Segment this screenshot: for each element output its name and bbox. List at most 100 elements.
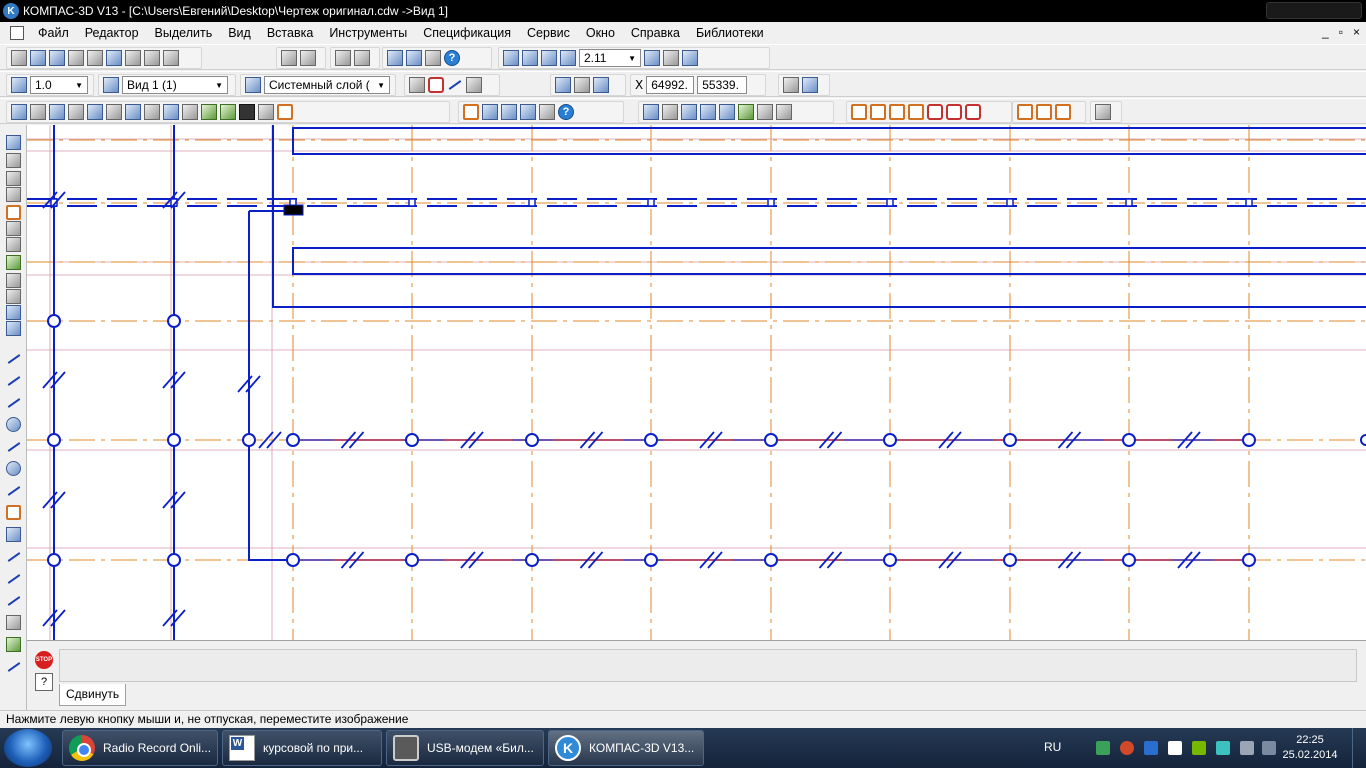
dimensions-panel-icon[interactable]	[6, 153, 21, 168]
insert-panel-icon[interactable]	[6, 289, 21, 304]
window-controls[interactable]	[1266, 2, 1362, 19]
designations-panel-icon[interactable]	[6, 171, 21, 186]
battery-tray-icon[interactable]	[1262, 741, 1276, 755]
hatch-icon[interactable]	[30, 104, 46, 120]
menu-libraries[interactable]: Библиотеки	[688, 26, 772, 40]
polyline-tool-icon[interactable]	[6, 505, 21, 520]
copy-properties-icon[interactable]	[281, 50, 297, 66]
circle-tool-icon[interactable]	[6, 417, 21, 432]
info-icon[interactable]	[965, 104, 981, 120]
spec-object-icon[interactable]	[643, 104, 659, 120]
bezier-tool-icon[interactable]	[6, 549, 21, 564]
task-usb-modem[interactable]: USB-модем «Бил...	[386, 730, 544, 766]
redo-icon[interactable]	[354, 50, 370, 66]
folder-library-icon[interactable]	[463, 104, 479, 120]
tab-move[interactable]: Сдвинуть	[59, 684, 127, 706]
paste-icon[interactable]	[163, 50, 179, 66]
network-tray-icon[interactable]	[1096, 741, 1110, 755]
arrow-view-icon[interactable]	[125, 104, 141, 120]
menu-specification[interactable]: Спецификация	[415, 26, 519, 40]
spec-table-icon[interactable]	[719, 104, 735, 120]
zoom-all-icon[interactable]	[663, 50, 679, 66]
mdi-minimize-button[interactable]: _	[1322, 25, 1329, 39]
measure-panel-icon[interactable]	[6, 221, 21, 236]
base-icon[interactable]	[106, 104, 122, 120]
variables-icon[interactable]	[387, 50, 403, 66]
fragments-panel-icon[interactable]	[6, 305, 21, 320]
cursor-step-icon[interactable]	[11, 77, 27, 93]
search-library-icon[interactable]	[482, 104, 498, 120]
point-tool-icon[interactable]	[6, 351, 21, 366]
library-icon[interactable]	[277, 104, 293, 120]
open-icon[interactable]	[30, 50, 46, 66]
measure-icon[interactable]	[258, 104, 274, 120]
mdi-restore-button[interactable]: ▫	[1339, 25, 1343, 39]
geometry-icon[interactable]	[11, 104, 27, 120]
copy-icon[interactable]	[144, 50, 160, 66]
current-layer-field[interactable]: Системный слой (▼	[264, 76, 390, 94]
letter-icon[interactable]	[1036, 104, 1052, 120]
current-view-field[interactable]: Вид 1 (1) ▼	[122, 76, 228, 94]
round-icon[interactable]	[593, 77, 609, 93]
reports-panel-icon[interactable]	[6, 273, 21, 288]
fragments-icon[interactable]	[520, 104, 536, 120]
save-icon[interactable]	[49, 50, 65, 66]
parametric-icon[interactable]	[802, 77, 818, 93]
document-icon[interactable]	[10, 26, 24, 40]
cut-line-icon[interactable]	[946, 104, 962, 120]
start-button[interactable]	[4, 729, 52, 767]
manager-icon[interactable]	[106, 50, 122, 66]
segment-tool-icon[interactable]	[6, 395, 21, 410]
task-word-document[interactable]: курсовой по при...	[222, 730, 382, 766]
select-panel-icon[interactable]	[6, 237, 21, 252]
vk-tray-icon[interactable]	[1144, 741, 1158, 755]
panel-help-icon[interactable]: ?	[35, 673, 53, 691]
rough-icon[interactable]	[87, 104, 103, 120]
text-icon[interactable]	[757, 104, 773, 120]
zoom-window-icon[interactable]	[503, 50, 519, 66]
curve-tool-icon[interactable]	[6, 527, 21, 542]
menu-select[interactable]: Выделить	[147, 26, 221, 40]
views-panel-icon[interactable]	[6, 321, 21, 336]
editing-panel-icon[interactable]	[6, 187, 21, 202]
context-help-icon[interactable]: ?	[444, 50, 460, 66]
title-bar[interactable]: K КОМПАС-3D V13 - [C:\Users\Евгений\Desk…	[0, 0, 1366, 22]
report-icon[interactable]	[738, 104, 754, 120]
zoom-scale-icon[interactable]	[560, 50, 576, 66]
spec-grid-icon[interactable]	[776, 104, 792, 120]
menu-tools[interactable]: Инструменты	[321, 26, 415, 40]
show-desktop-button[interactable]	[1352, 728, 1366, 768]
antivirus-tray-icon[interactable]	[1120, 741, 1134, 755]
device-tray-icon[interactable]	[1168, 741, 1182, 755]
ortho-mode-icon[interactable]	[574, 77, 590, 93]
layer-icon[interactable]	[245, 77, 261, 93]
stamp-icon[interactable]	[662, 104, 678, 120]
fill-icon[interactable]	[239, 104, 255, 120]
designations-icon[interactable]	[68, 104, 84, 120]
cut-icon[interactable]	[125, 50, 141, 66]
new-document-icon[interactable]	[11, 50, 27, 66]
stop-command-icon[interactable]: STOP	[35, 651, 53, 669]
leader-icon[interactable]	[163, 104, 179, 120]
menu-insert[interactable]: Вставка	[259, 26, 321, 40]
clock[interactable]: 22:25 25.02.2014	[1278, 733, 1342, 763]
spec-edit-icon[interactable]	[700, 104, 716, 120]
task-radio-record[interactable]: Radio Record Onli...	[62, 730, 218, 766]
zoom-in-icon[interactable]	[522, 50, 538, 66]
task-kompas[interactable]: K КОМПАС-3D V13...	[548, 730, 704, 766]
marker-icon[interactable]	[908, 104, 924, 120]
ortho-icon[interactable]	[447, 77, 463, 93]
help-icon[interactable]: ?	[558, 104, 574, 120]
local-snap-icon[interactable]	[409, 77, 425, 93]
kompas-app-icon[interactable]: K	[3, 3, 19, 19]
zoom-out-icon[interactable]	[541, 50, 557, 66]
sheet-icon[interactable]	[1055, 104, 1071, 120]
snaps-magnet-icon[interactable]	[428, 77, 444, 93]
zoom-field[interactable]: 2.11 ▼	[579, 49, 641, 67]
document-properties-icon[interactable]	[1095, 104, 1111, 120]
brush-icon[interactable]	[889, 104, 905, 120]
display-tray-icon[interactable]	[1216, 741, 1230, 755]
coord-x-field[interactable]: 64992.	[646, 76, 695, 94]
chamfer-tool-icon[interactable]	[6, 571, 21, 586]
parameters-icon[interactable]	[783, 77, 799, 93]
